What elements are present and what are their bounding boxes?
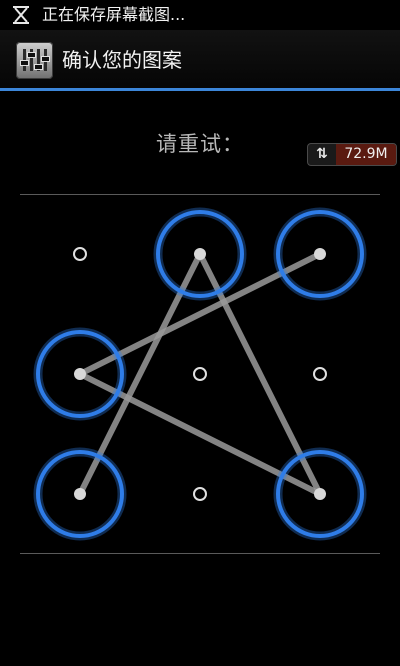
pattern-dot-8[interactable] bbox=[193, 487, 207, 501]
pattern-dot-6[interactable] bbox=[313, 367, 327, 381]
pattern-dot-9[interactable] bbox=[314, 488, 326, 500]
pattern-dot-2[interactable] bbox=[194, 248, 206, 260]
pattern-lock-grid[interactable] bbox=[0, 0, 400, 666]
pattern-lines bbox=[77, 251, 323, 497]
pattern-dot-4[interactable] bbox=[74, 368, 86, 380]
pattern-dot-1[interactable] bbox=[73, 247, 87, 261]
pattern-dot-3[interactable] bbox=[314, 248, 326, 260]
pattern-dot-7[interactable] bbox=[74, 488, 86, 500]
pattern-dot-5[interactable] bbox=[193, 367, 207, 381]
